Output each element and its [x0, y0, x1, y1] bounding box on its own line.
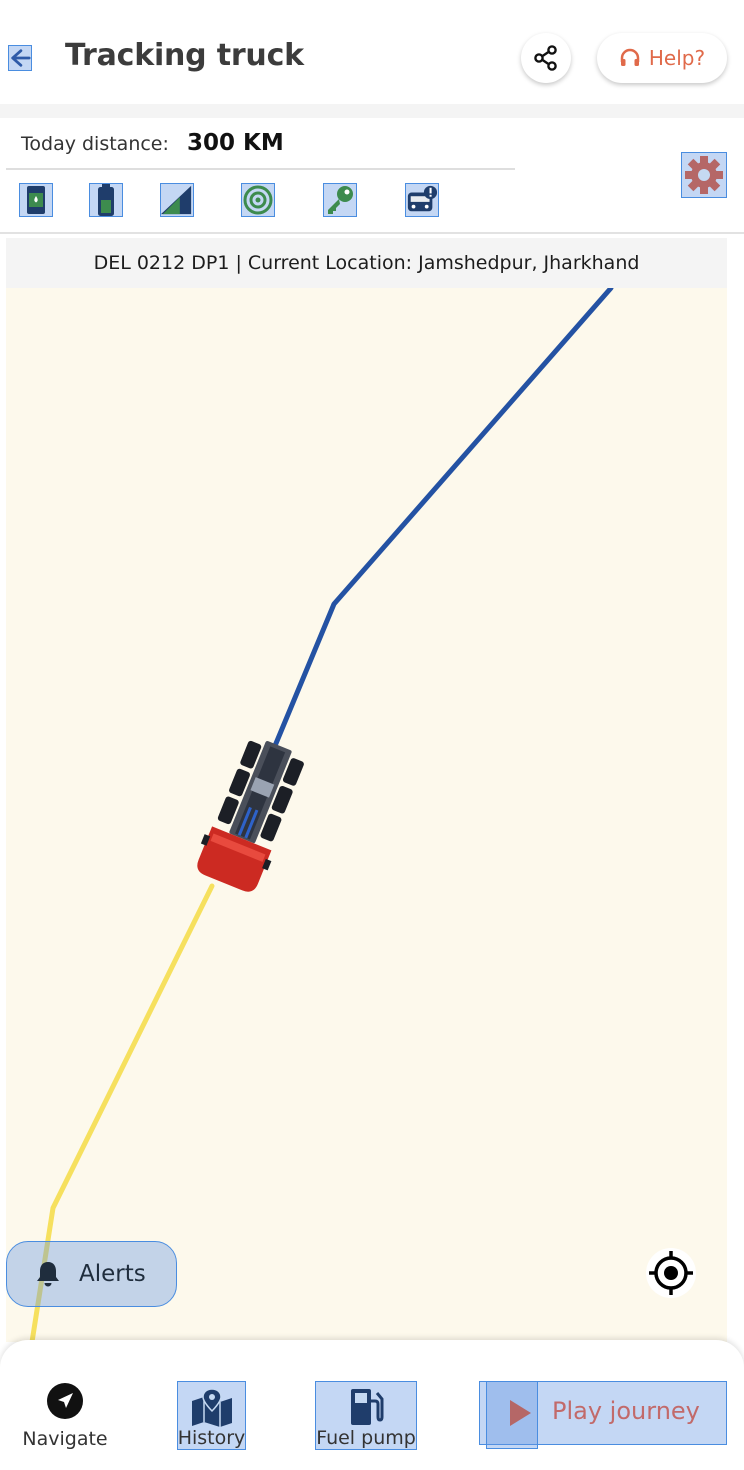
truck-marker[interactable]	[190, 732, 312, 896]
navigate-label: Navigate	[22, 1428, 108, 1450]
fuel-pump-icon	[351, 1389, 384, 1425]
map-pin-icon	[191, 1389, 232, 1427]
crosshair-icon	[649, 1251, 693, 1295]
recenter-button[interactable]	[646, 1248, 696, 1298]
help-button[interactable]: Help?	[597, 33, 727, 83]
vehicle-alert-icon[interactable]	[405, 183, 439, 217]
fuel-pump-label: Fuel pump	[316, 1427, 416, 1449]
map-view[interactable]	[6, 288, 727, 1342]
signal-icon[interactable]	[160, 183, 194, 217]
fuel-pump-button[interactable]: Fuel pump	[315, 1381, 417, 1450]
battery-icon[interactable]	[89, 183, 123, 217]
play-journey-label: Play journey	[552, 1397, 700, 1425]
gps-icon[interactable]	[241, 183, 275, 217]
arrow-left-icon	[11, 49, 31, 67]
share-icon	[534, 45, 557, 71]
distance-value: 300 KM	[187, 130, 284, 156]
navigate-button[interactable]: Navigate	[10, 1378, 120, 1450]
back-button[interactable]	[8, 45, 32, 71]
fuel-icon[interactable]	[19, 183, 53, 217]
route-ahead-line	[269, 288, 614, 756]
alerts-button[interactable]: Alerts	[6, 1241, 177, 1307]
location-banner: DEL 0212 DP1 | Current Location: Jamshed…	[6, 238, 727, 288]
distance-divider	[6, 168, 515, 170]
ignition-key-icon[interactable]	[323, 183, 357, 217]
headset-icon	[620, 48, 640, 66]
distance-label: Today distance:	[21, 133, 169, 155]
bell-icon	[37, 1262, 59, 1287]
history-button[interactable]: History	[177, 1381, 246, 1450]
navigation-arrow-icon	[47, 1383, 83, 1419]
gear-icon	[685, 156, 723, 194]
header-divider	[0, 104, 744, 118]
share-button[interactable]	[521, 33, 571, 83]
play-icon	[510, 1400, 531, 1426]
page-title: Tracking truck	[65, 38, 304, 73]
alerts-label: Alerts	[79, 1261, 146, 1287]
settings-button[interactable]	[681, 152, 727, 198]
help-label: Help?	[648, 46, 706, 70]
history-label: History	[177, 1427, 246, 1449]
